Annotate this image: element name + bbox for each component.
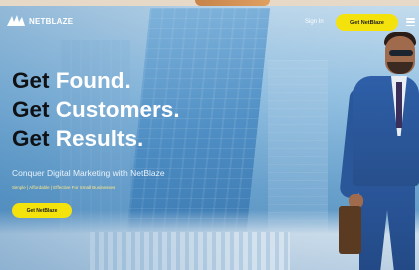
brand-name: NETBLAZE (29, 16, 74, 26)
businessman-image (339, 18, 419, 270)
get-netblaze-nav-button[interactable]: Get NetBlaze (336, 14, 398, 31)
hero-tagline: Simple | Affordable | Effective For Smal… (12, 185, 116, 190)
hamburger-menu-icon[interactable] (406, 18, 415, 27)
headline-line: Get Found. (12, 68, 131, 93)
hero-headline: Get Found. Get Customers. Get Results. (12, 66, 180, 153)
headline-line: Get Customers. (12, 97, 180, 122)
hero-subheading: Conquer Digital Marketing with NetBlaze (12, 168, 165, 178)
brand-logo[interactable]: NETBLAZE (6, 14, 73, 28)
get-netblaze-hero-button[interactable]: Get NetBlaze (12, 203, 72, 218)
headline-line: Get Results. (12, 126, 144, 151)
netblaze-logo-icon (6, 14, 26, 28)
signin-link[interactable]: Sign In (305, 19, 324, 25)
top-navbar: NETBLAZE Sign In Get NetBlaze (0, 10, 419, 36)
briefcase-image (339, 206, 361, 254)
top-edge-strip (0, 0, 419, 6)
